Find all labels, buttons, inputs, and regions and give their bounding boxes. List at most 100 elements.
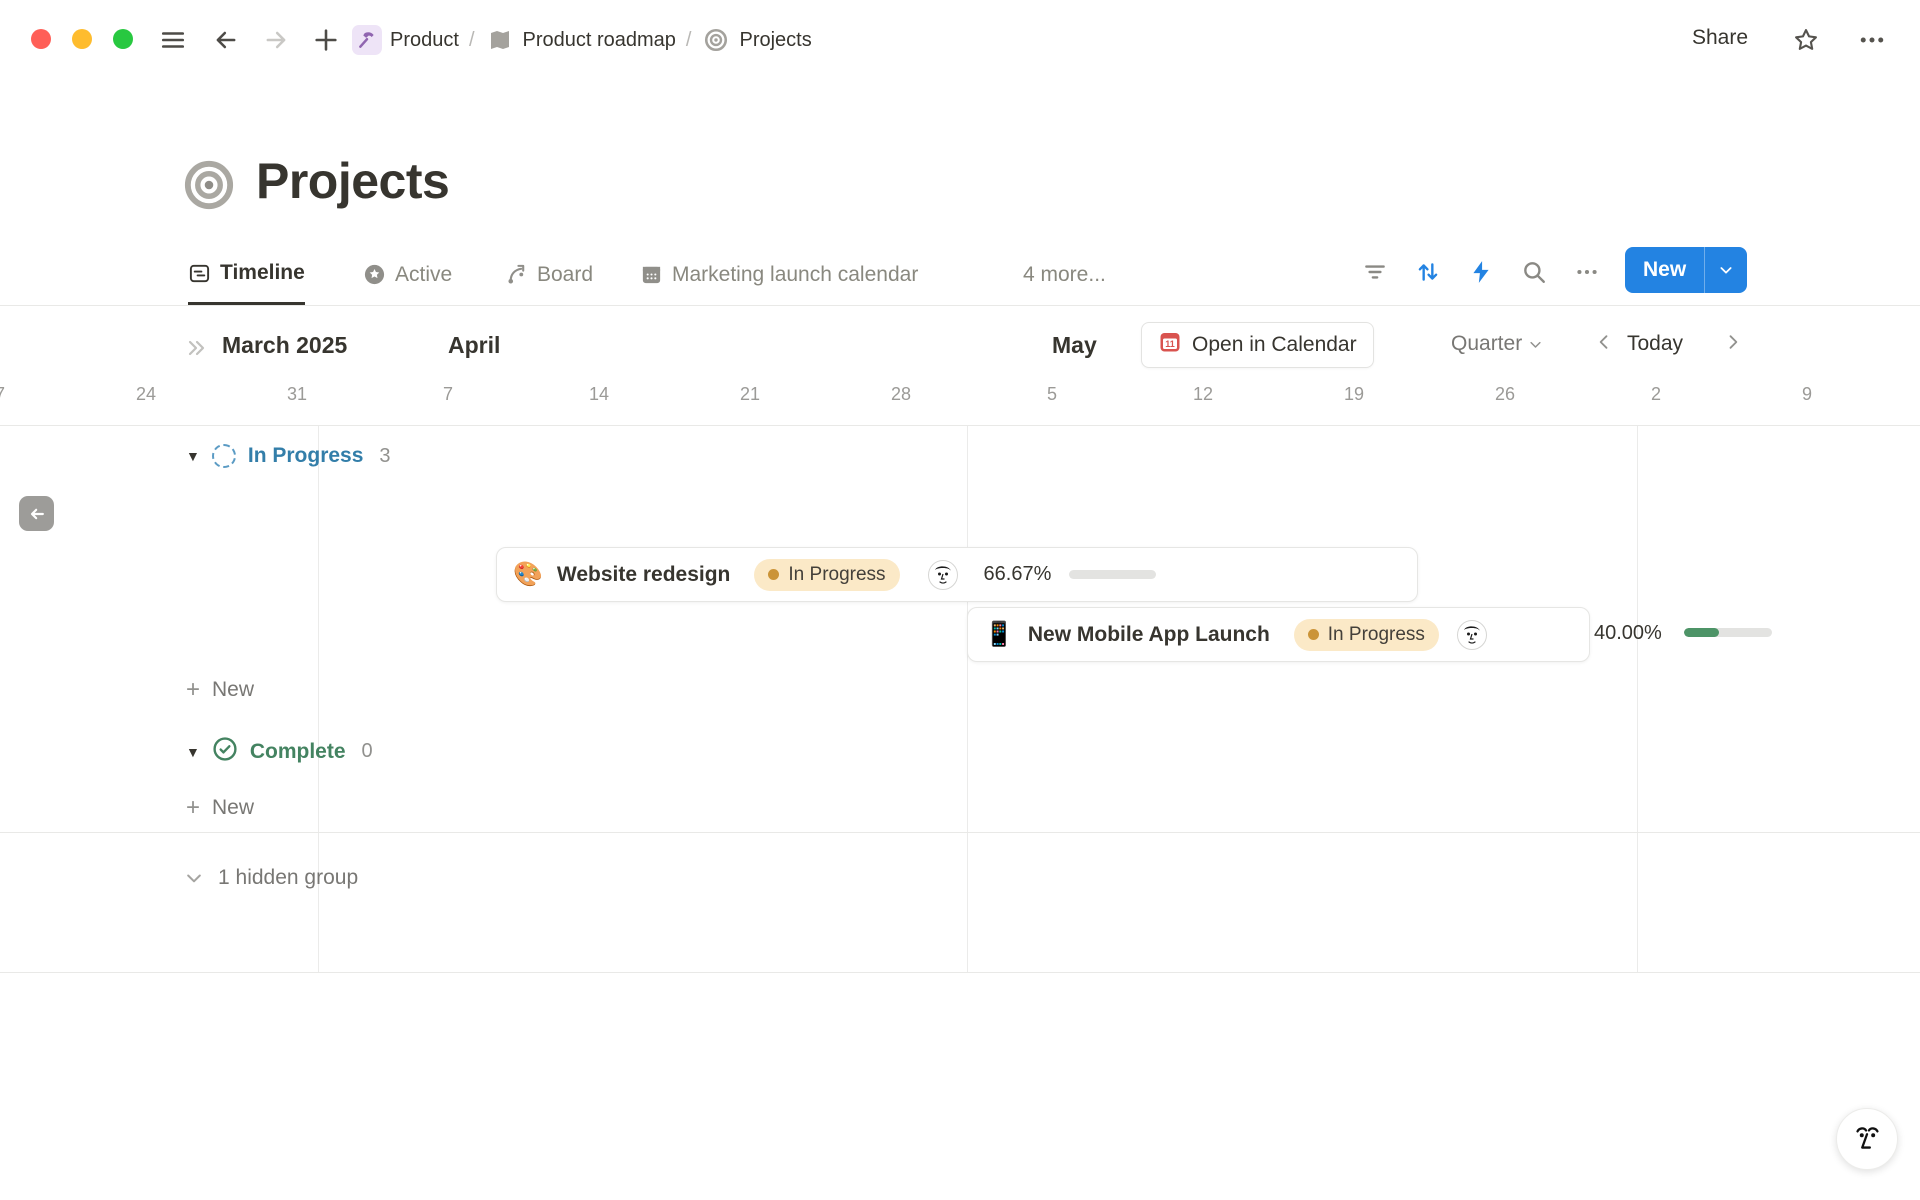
month-gridline-april [318, 426, 319, 972]
new-button[interactable]: New [1625, 247, 1747, 293]
traffic-light-zoom[interactable] [113, 29, 133, 49]
add-new-item-button[interactable]: + New [186, 794, 254, 822]
zoom-level-label: Quarter [1451, 332, 1522, 356]
window-titlebar: Product / Product roadmap / Projects Sha… [0, 0, 1920, 80]
tab-label: Timeline [220, 261, 305, 285]
tab-label: 4 more... [1023, 263, 1106, 287]
group-header-in-progress[interactable]: ▼ In Progress 3 [186, 444, 391, 468]
tab-more-views[interactable]: 4 more... [1023, 244, 1106, 305]
filter-icon[interactable] [1355, 252, 1395, 292]
lightning-icon[interactable] [1461, 252, 1501, 292]
today-button[interactable]: Today [1627, 332, 1683, 356]
progress-percent: 66.67% [984, 563, 1052, 586]
svg-text:11: 11 [1165, 339, 1175, 349]
timeline-card-new-mobile-app-launch[interactable]: 📱 New Mobile App Launch In Progress [967, 607, 1590, 662]
notion-ai-button[interactable] [1836, 1108, 1898, 1170]
sidebar-menu-icon[interactable] [155, 22, 191, 58]
breadcrumb-item-product[interactable]: Product [390, 29, 459, 52]
page-title: Projects [256, 152, 449, 210]
date-tick: 12 [1173, 384, 1233, 405]
tab-marketing-launch-calendar[interactable]: Marketing launch calendar [640, 244, 918, 305]
timeline-zoom-select[interactable]: Quarter [1451, 332, 1543, 356]
traffic-light-minimize[interactable] [72, 29, 92, 49]
status-dot-icon [768, 569, 779, 580]
date-tick: 7 [0, 384, 30, 405]
chevron-down-icon [1528, 337, 1543, 352]
timeline-body: ▼ In Progress 3 🎨 Website redesign In Pr… [0, 425, 1920, 973]
status-badge: In Progress [1294, 619, 1439, 651]
more-ellipsis-icon[interactable] [1852, 20, 1892, 60]
tab-timeline[interactable]: Timeline [188, 244, 305, 305]
collapse-triangle-icon[interactable]: ▼ [186, 448, 200, 464]
chevron-down-icon [184, 868, 204, 888]
timeline-next-icon[interactable] [1723, 330, 1743, 361]
map-icon [485, 25, 515, 55]
breadcrumb-separator: / [469, 29, 475, 52]
complete-check-circle-icon [212, 736, 238, 767]
breadcrumb-separator: / [686, 29, 692, 52]
date-tick: 26 [1475, 384, 1535, 405]
open-in-calendar-label: Open in Calendar [1192, 333, 1357, 357]
tab-active[interactable]: Active [363, 244, 452, 305]
breadcrumb-item-roadmap[interactable]: Product roadmap [523, 29, 676, 52]
assignee-avatar [928, 560, 958, 590]
collapse-triangle-icon[interactable]: ▼ [186, 744, 200, 760]
assignee-avatar [1457, 620, 1487, 650]
date-tick: 14 [569, 384, 629, 405]
favorite-star-icon[interactable] [1786, 20, 1826, 60]
breadcrumb-item-projects[interactable]: Projects [739, 29, 811, 52]
open-in-calendar-button[interactable]: 11 Open in Calendar [1141, 322, 1374, 368]
month-label-may: May [1052, 332, 1097, 359]
date-tick: 24 [116, 384, 176, 405]
in-progress-dashed-circle-icon [212, 444, 236, 468]
month-label-march: March 2025 [222, 332, 347, 359]
progress-bar [1069, 570, 1156, 579]
sort-icon[interactable] [1408, 252, 1448, 292]
card-title: Website redesign [557, 563, 731, 587]
new-page-plus-icon[interactable] [308, 22, 344, 58]
add-new-item-button[interactable]: + New [186, 676, 254, 704]
view-options-ellipsis-icon[interactable] [1567, 252, 1607, 292]
month-gridline-may [967, 426, 968, 972]
group-header-complete[interactable]: ▼ Complete 0 [186, 736, 373, 767]
status-dot-icon [1308, 629, 1319, 640]
hidden-group-label: 1 hidden group [218, 866, 358, 890]
scroll-left-button[interactable] [19, 496, 54, 531]
date-tick: 21 [720, 384, 780, 405]
group-name: Complete [250, 740, 346, 764]
back-icon[interactable] [208, 22, 244, 58]
traffic-light-close[interactable] [31, 29, 51, 49]
calendar-red-icon: 11 [1158, 330, 1182, 360]
date-tick: 2 [1626, 384, 1686, 405]
status-label: In Progress [788, 564, 885, 586]
new-button-label[interactable]: New [1625, 258, 1704, 282]
tab-label: Marketing launch calendar [672, 263, 918, 287]
timeline-card-website-redesign[interactable]: 🎨 Website redesign In Progress 66.67% [496, 547, 1418, 602]
group-count: 0 [362, 740, 373, 763]
progress-percent: 40.00% [1594, 622, 1662, 645]
arrow-left-icon [27, 504, 47, 524]
month-gridline-june [1637, 426, 1638, 972]
palette-emoji-icon: 🎨 [513, 560, 543, 589]
search-icon[interactable] [1514, 252, 1554, 292]
tab-label: Active [395, 263, 452, 287]
group-count: 3 [379, 445, 390, 468]
share-button[interactable]: Share [1692, 26, 1748, 50]
timeline-prev-icon[interactable] [1594, 330, 1614, 361]
card-title: New Mobile App Launch [1028, 623, 1270, 647]
new-item-label: New [212, 796, 254, 820]
new-item-label: New [212, 678, 254, 702]
progress-bar [1684, 628, 1772, 637]
timeline-view-icon [188, 262, 211, 285]
hidden-group-toggle[interactable]: 1 hidden group [184, 866, 358, 890]
page-target-icon[interactable] [182, 158, 236, 217]
month-label-april: April [448, 332, 500, 359]
date-tick: 5 [1022, 384, 1082, 405]
forward-icon[interactable] [258, 22, 294, 58]
new-dropdown-chevron-icon[interactable] [1705, 247, 1747, 293]
date-tick: 7 [418, 384, 478, 405]
status-badge: In Progress [754, 559, 899, 591]
tab-board[interactable]: Board [505, 244, 593, 305]
double-chevron-icon[interactable] [184, 336, 208, 365]
breadcrumb: Product / Product roadmap / Projects [352, 18, 812, 62]
